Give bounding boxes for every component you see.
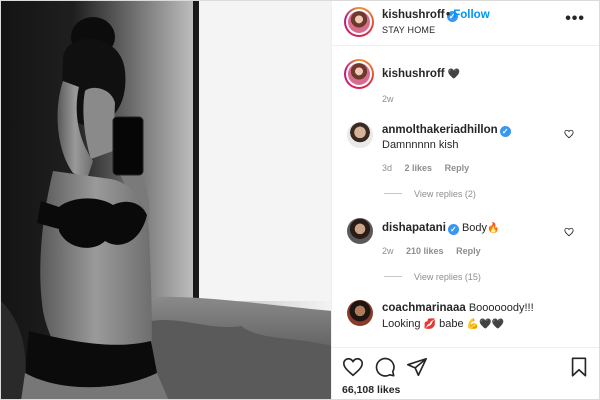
comment-text: Damnnnnn kish (382, 139, 459, 151)
verified-badge-icon: ✓ (447, 224, 459, 235)
comment-likes[interactable]: 210 likes (406, 246, 444, 256)
comment-like-icon[interactable] (564, 227, 574, 237)
author-avatar[interactable] (344, 7, 374, 37)
speech-bubble-icon[interactable] (374, 356, 396, 378)
post-location[interactable]: STAY HOME (382, 25, 435, 35)
comment-avatar[interactable] (347, 300, 373, 326)
post-photo-image (1, 1, 331, 399)
view-replies-label: View replies (15) (414, 272, 481, 282)
follow-separator: • (446, 9, 451, 21)
comment-meta: 2w 210 likes Reply (382, 246, 491, 256)
replies-divider (384, 193, 402, 194)
comment-username[interactable]: anmolthakeriadhillon (382, 124, 498, 136)
caption-avatar-image (348, 63, 370, 85)
comment-meta: 3d 2 likes Reply (382, 163, 479, 173)
verified-badge-icon: ✓ (499, 126, 511, 137)
comment-avatar[interactable] (347, 218, 373, 244)
heart-outline-icon[interactable] (342, 356, 364, 378)
comment-text: Boooooody!!! (468, 302, 534, 314)
post-header: kishushroff ✓ • Follow STAY HOME ••• (332, 1, 599, 46)
comments-list[interactable]: kishushroff 🖤 2w anmolthakeriadhillon ✓ D… (332, 47, 599, 347)
author-username[interactable]: kishushroff (382, 9, 445, 21)
replies-divider (384, 276, 402, 277)
post-side-panel: kishushroff ✓ • Follow STAY HOME ••• kish… (332, 1, 599, 399)
comment-likes[interactable]: 2 likes (405, 163, 433, 173)
comment-text-part: Looking (382, 318, 421, 330)
caption-avatar[interactable] (344, 59, 374, 89)
comment-row: coachmarinaaa Boooooody!!! (382, 301, 534, 316)
post-footer: 66,108 likes (332, 347, 599, 399)
comment-text: Body (461, 222, 488, 234)
fire-emoji: 🔥 (487, 223, 500, 234)
post-modal: kishushroff ✓ • Follow STAY HOME ••• kish… (0, 0, 600, 400)
reply-button[interactable]: Reply (456, 246, 481, 256)
follow-label: Follow (453, 9, 490, 21)
reply-button[interactable]: Reply (445, 163, 470, 173)
view-replies-label: View replies (2) (414, 189, 476, 199)
comment-text-part: babe (439, 318, 464, 330)
caption-time[interactable]: 2w (382, 94, 394, 104)
caption: kishushroff 🖤 (382, 67, 460, 82)
bookmark-icon[interactable] (568, 356, 590, 378)
kiss-emoji: 💋 (423, 319, 437, 330)
comment-row: anmolthakeriadhillon ✓ (382, 123, 511, 138)
comment-text-line2: Looking 💋 babe 💪🖤🖤 (382, 317, 504, 332)
three-dots-icon[interactable]: ••• (565, 10, 585, 28)
author-avatar-image (348, 11, 370, 33)
view-replies-button[interactable]: View replies (15) (384, 272, 481, 282)
comment-avatar[interactable] (347, 122, 373, 148)
comment-time[interactable]: 3d (382, 163, 392, 173)
black-heart-emoji: 🖤 (447, 69, 461, 80)
caption-meta: 2w (382, 94, 404, 104)
muscle-hearts-emoji: 💪🖤🖤 (466, 319, 505, 330)
caption-username[interactable]: kishushroff (382, 68, 445, 80)
comment-username[interactable]: coachmarinaaa (382, 302, 466, 314)
follow-button[interactable]: • Follow (446, 9, 490, 21)
comment-time[interactable]: 2w (382, 246, 394, 256)
like-count[interactable]: 66,108 likes (342, 384, 400, 396)
post-photo[interactable] (1, 1, 332, 399)
view-replies-button[interactable]: View replies (2) (384, 189, 476, 199)
comment-username[interactable]: dishapatani (382, 222, 446, 234)
comment-row: dishapatani ✓ Body🔥 (382, 221, 500, 236)
paper-plane-icon[interactable] (406, 356, 428, 378)
comment-like-icon[interactable] (564, 129, 574, 139)
